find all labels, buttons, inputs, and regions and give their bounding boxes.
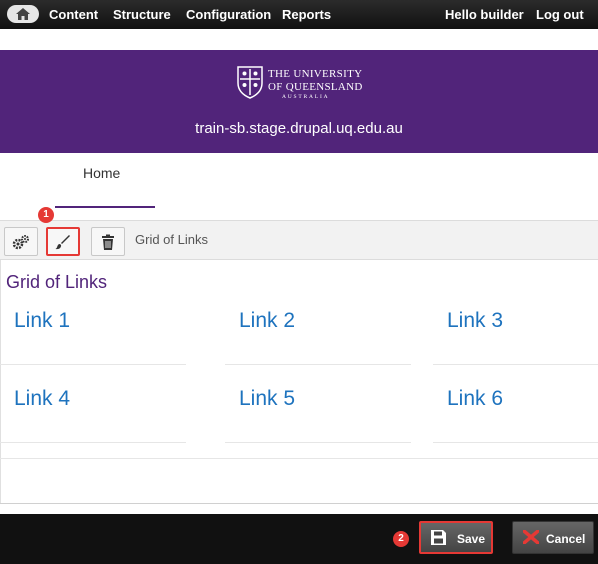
menu-content[interactable]: Content bbox=[49, 7, 98, 22]
gears-icon bbox=[12, 234, 29, 249]
grid-link-label[interactable]: Link 4 bbox=[14, 387, 70, 411]
menu-structure[interactable]: Structure bbox=[113, 7, 171, 22]
block-toolbar: Grid of Links bbox=[0, 220, 598, 260]
save-button[interactable]: Save bbox=[419, 521, 493, 554]
grid-link-label[interactable]: Link 3 bbox=[447, 309, 503, 333]
paintbrush-icon bbox=[55, 234, 70, 249]
style-button[interactable] bbox=[46, 227, 80, 256]
crest-icon bbox=[237, 66, 263, 99]
annotation-badge-1: 1 bbox=[38, 207, 54, 223]
floppy-disk-icon bbox=[431, 530, 446, 545]
menu-reports[interactable]: Reports bbox=[282, 7, 331, 22]
action-bar: 2 Save Cancel bbox=[0, 514, 598, 564]
configure-button[interactable] bbox=[4, 227, 38, 256]
grid-link-label[interactable]: Link 6 bbox=[447, 387, 503, 411]
home-icon bbox=[16, 8, 30, 20]
logo-line2: OF QUEENSLAND bbox=[268, 81, 363, 93]
empty-region bbox=[0, 458, 598, 504]
delete-button[interactable] bbox=[91, 227, 125, 256]
university-logo[interactable]: THE UNIVERSITY OF QUEENSLAND AUSTRALIA bbox=[236, 65, 366, 101]
logout-link[interactable]: Log out bbox=[536, 7, 584, 22]
menu-configuration[interactable]: Configuration bbox=[186, 7, 271, 22]
cancel-button[interactable]: Cancel bbox=[512, 521, 594, 554]
logo-line1: THE UNIVERSITY bbox=[268, 68, 363, 80]
grid-link-label[interactable]: Link 1 bbox=[14, 309, 70, 333]
site-name[interactable]: train-sb.stage.drupal.uq.edu.au bbox=[0, 120, 598, 137]
grid-link-5[interactable]: Link 5 bbox=[225, 365, 411, 443]
grid-link-2[interactable]: Link 2 bbox=[225, 287, 411, 365]
user-greeting[interactable]: Hello builder bbox=[445, 7, 524, 22]
grid-link-label[interactable]: Link 2 bbox=[239, 309, 295, 333]
trash-icon bbox=[102, 234, 114, 250]
close-icon bbox=[523, 530, 539, 544]
grid-link-label[interactable]: Link 5 bbox=[239, 387, 295, 411]
grid-link-6[interactable]: Link 6 bbox=[433, 365, 598, 443]
grid-link-3[interactable]: Link 3 bbox=[433, 287, 598, 365]
spacer bbox=[0, 29, 598, 50]
admin-toolbar: Content Structure Configuration Reports … bbox=[0, 0, 598, 29]
home-button[interactable] bbox=[7, 5, 39, 23]
site-header: THE UNIVERSITY OF QUEENSLAND AUSTRALIA t… bbox=[0, 50, 598, 153]
grid-link-4[interactable]: Link 4 bbox=[0, 365, 186, 443]
save-label: Save bbox=[457, 532, 486, 546]
tab-home-label: Home bbox=[83, 165, 121, 181]
cancel-label: Cancel bbox=[546, 532, 586, 546]
block-toolbar-label: Grid of Links bbox=[135, 232, 208, 247]
tab-home[interactable]: Home bbox=[55, 153, 155, 208]
main-nav: Home bbox=[0, 153, 598, 220]
logo-line3: AUSTRALIA bbox=[282, 94, 330, 100]
annotation-badge-2: 2 bbox=[393, 531, 409, 547]
grid-link-1[interactable]: Link 1 bbox=[0, 287, 186, 365]
